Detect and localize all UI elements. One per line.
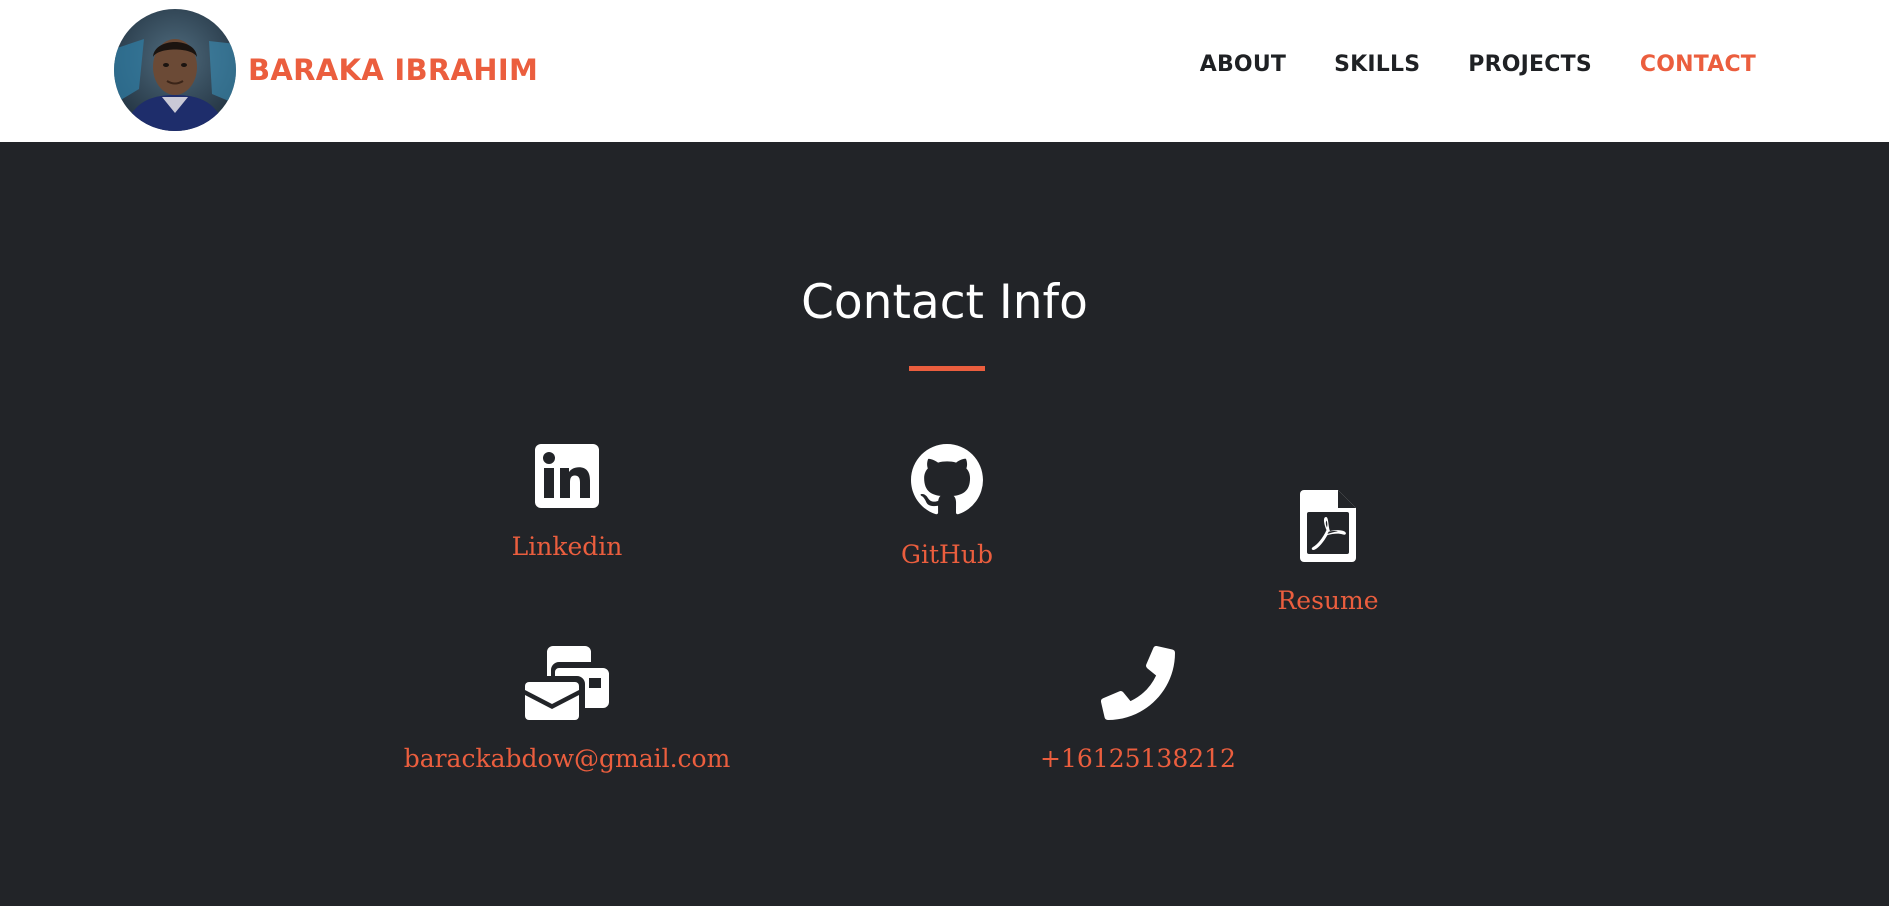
main-nav: ABOUT SKILLS PROJECTS CONTACT bbox=[1200, 52, 1756, 77]
brand-link[interactable]: BARAKA IBRAHIM bbox=[114, 9, 538, 131]
contact-label-resume: Resume bbox=[1277, 586, 1379, 615]
contact-item-github[interactable]: GitHub bbox=[737, 444, 1157, 569]
contact-item-email[interactable]: barackabdow@gmail.com bbox=[357, 646, 777, 773]
contact-section: Contact Info Linkedin GitHub Resume bara… bbox=[0, 142, 1889, 906]
section-title: Contact Info bbox=[801, 275, 1088, 330]
phone-icon bbox=[1101, 646, 1175, 720]
nav-about[interactable]: ABOUT bbox=[1200, 52, 1286, 77]
brand-name: BARAKA IBRAHIM bbox=[248, 53, 539, 87]
nav-projects[interactable]: PROJECTS bbox=[1468, 52, 1592, 77]
linkedin-icon bbox=[535, 444, 599, 508]
nav-skills[interactable]: SKILLS bbox=[1334, 52, 1420, 77]
avatar bbox=[114, 9, 236, 131]
contact-item-linkedin[interactable]: Linkedin bbox=[357, 444, 777, 561]
contact-item-phone[interactable]: +16125138212 bbox=[928, 646, 1348, 773]
nav-contact[interactable]: CONTACT bbox=[1640, 52, 1756, 77]
contact-label-phone: +16125138212 bbox=[1040, 744, 1236, 773]
pdf-file-icon bbox=[1300, 490, 1356, 562]
mail-bulk-icon bbox=[525, 646, 609, 720]
contact-label-github: GitHub bbox=[901, 540, 993, 569]
contact-item-resume[interactable]: Resume bbox=[1118, 490, 1538, 615]
github-icon bbox=[911, 444, 983, 515]
title-underline bbox=[909, 366, 985, 371]
site-header: BARAKA IBRAHIM ABOUT SKILLS PROJECTS CON… bbox=[0, 0, 1889, 142]
contact-label-linkedin: Linkedin bbox=[511, 532, 623, 561]
contact-label-email: barackabdow@gmail.com bbox=[403, 744, 731, 773]
